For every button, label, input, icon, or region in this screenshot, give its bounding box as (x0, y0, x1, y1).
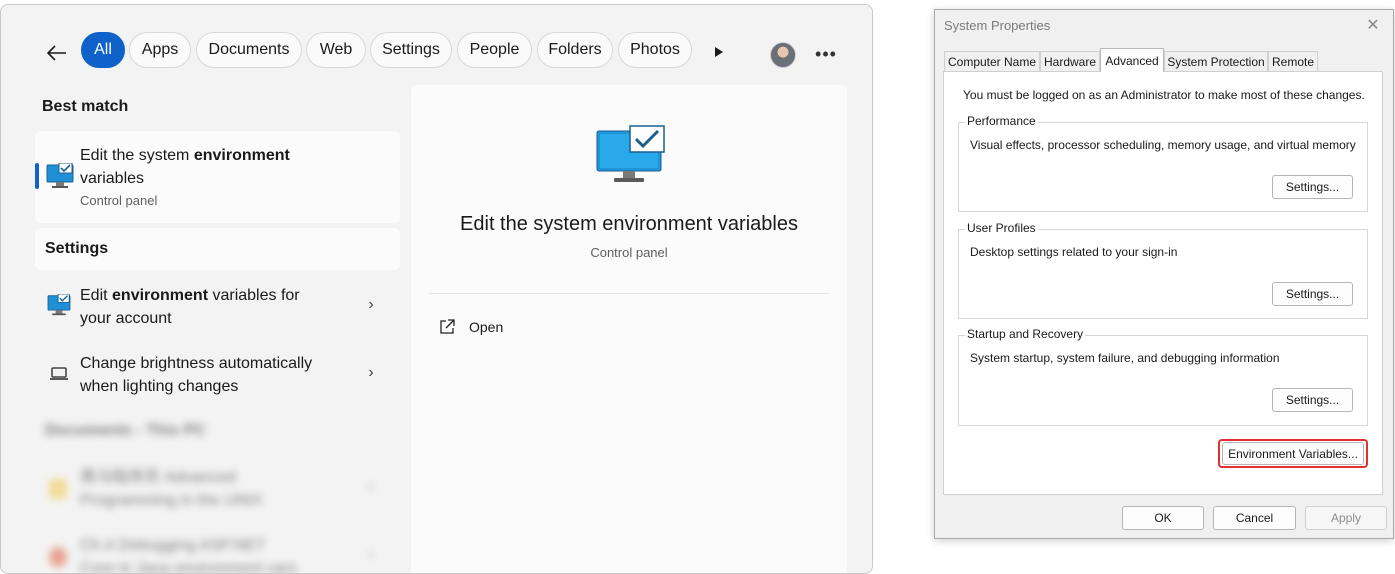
startup-recovery-group: Startup and Recovery System startup, sys… (958, 327, 1368, 426)
filter-folders[interactable]: Folders (537, 32, 613, 68)
tab-remote[interactable]: Remote (1268, 51, 1318, 72)
play-arrow-icon (715, 47, 723, 57)
user-profiles-group: User Profiles Desktop settings related t… (958, 221, 1368, 319)
open-action[interactable]: Open (439, 313, 503, 341)
chevron-right-icon: › (368, 364, 374, 381)
admin-note: You must be logged on as an Administrato… (963, 88, 1365, 102)
settings-result-env-vars[interactable]: Edit environment variables for your accou… (35, 275, 400, 339)
open-external-icon (440, 319, 455, 334)
preview-title: Edit the system environment variables (460, 213, 798, 235)
document-result[interactable]: 黑马程序员 Advanced Programming in the UNIX › (35, 457, 400, 521)
settings-result-title: Edit environment variables for your accou… (80, 287, 300, 327)
filter-apps[interactable]: Apps (129, 32, 191, 68)
ok-button[interactable]: OK (1122, 506, 1204, 530)
filter-people[interactable]: People (457, 32, 532, 68)
advanced-tab-content: You must be logged on as an Administrato… (943, 71, 1383, 495)
settings-section-header: Settings (35, 228, 400, 270)
filter-documents[interactable]: Documents (196, 32, 302, 68)
cancel-button[interactable]: Cancel (1213, 506, 1296, 530)
performance-label: Performance (965, 114, 1038, 128)
more-filters-button[interactable] (707, 40, 731, 64)
selection-indicator (35, 163, 39, 189)
tab-system-protection[interactable]: System Protection (1164, 51, 1268, 72)
best-match-subtitle: Control panel (80, 193, 158, 208)
chevron-right-icon: › (368, 478, 374, 495)
settings-label: Settings (45, 240, 109, 257)
filter-web[interactable]: Web (306, 32, 366, 68)
back-arrow-icon (47, 45, 66, 61)
tab-computer-name[interactable]: Computer Name (944, 51, 1040, 72)
avatar[interactable] (770, 42, 796, 68)
document-result[interactable]: Ch.4 Debugging ASP.NET Core in Java envir… (35, 525, 400, 574)
ellipsis-icon: ••• (815, 43, 837, 64)
preview-subtitle: Control panel (590, 245, 668, 260)
preview-pane: Edit the system environment variables Co… (411, 85, 847, 573)
dialog-title: System Properties (944, 18, 1051, 33)
filter-settings[interactable]: Settings (370, 32, 452, 68)
tab-advanced[interactable]: Advanced (1100, 48, 1164, 72)
documents-label: Documents - This PC (45, 422, 206, 439)
system-properties-dialog: System Properties ✕ Computer Name Hardwa… (934, 9, 1394, 539)
control-panel-large-icon (596, 125, 665, 182)
startup-recovery-settings-button[interactable]: Settings... (1272, 388, 1353, 412)
filter-all[interactable]: All (81, 32, 125, 68)
startup-recovery-description: System startup, system failure, and debu… (970, 351, 1280, 365)
document-icon (49, 547, 67, 567)
more-options-button[interactable]: ••• (811, 41, 841, 67)
control-panel-icon (47, 294, 71, 316)
best-match-result[interactable]: Edit the system environment variables Con… (35, 131, 400, 223)
performance-group: Performance Visual effects, processor sc… (958, 114, 1368, 212)
user-profiles-settings-button[interactable]: Settings... (1272, 282, 1353, 306)
environment-variables-button[interactable]: Environment Variables... (1222, 442, 1364, 465)
chevron-right-icon: › (368, 546, 374, 563)
back-button[interactable] (41, 37, 73, 69)
user-profiles-label: User Profiles (965, 221, 1038, 235)
best-match-label: Best match (42, 98, 129, 115)
best-match-title: Edit the system environment variables (80, 147, 290, 187)
performance-description: Visual effects, processor scheduling, me… (970, 138, 1356, 152)
chevron-right-icon: › (368, 296, 374, 313)
settings-result-title: Change brightness automatically when ligh… (80, 355, 313, 395)
document-icon (49, 479, 67, 499)
filter-photos[interactable]: Photos (618, 32, 692, 68)
settings-result-brightness[interactable]: Change brightness automatically when ligh… (35, 343, 400, 407)
document-result-title: 黑马程序员 Advanced Programming in the UNIX (80, 469, 263, 509)
startup-recovery-label: Startup and Recovery (965, 327, 1086, 341)
divider (429, 293, 829, 294)
performance-settings-button[interactable]: Settings... (1272, 175, 1353, 199)
document-result-title: Ch.4 Debugging ASP.NET Core in Java envir… (80, 537, 297, 574)
laptop-icon (50, 367, 68, 380)
control-panel-icon (46, 163, 74, 188)
search-filter-bar: All Apps Documents Web Settings People F… (1, 5, 872, 95)
user-profiles-description: Desktop settings related to your sign-in (970, 245, 1178, 259)
open-label: Open (469, 319, 504, 335)
windows-search-panel: All Apps Documents Web Settings People F… (0, 4, 873, 574)
tab-hardware[interactable]: Hardware (1040, 51, 1100, 72)
close-icon: ✕ (1366, 17, 1380, 34)
close-button[interactable]: ✕ (1363, 15, 1383, 35)
apply-button[interactable]: Apply (1305, 506, 1387, 530)
